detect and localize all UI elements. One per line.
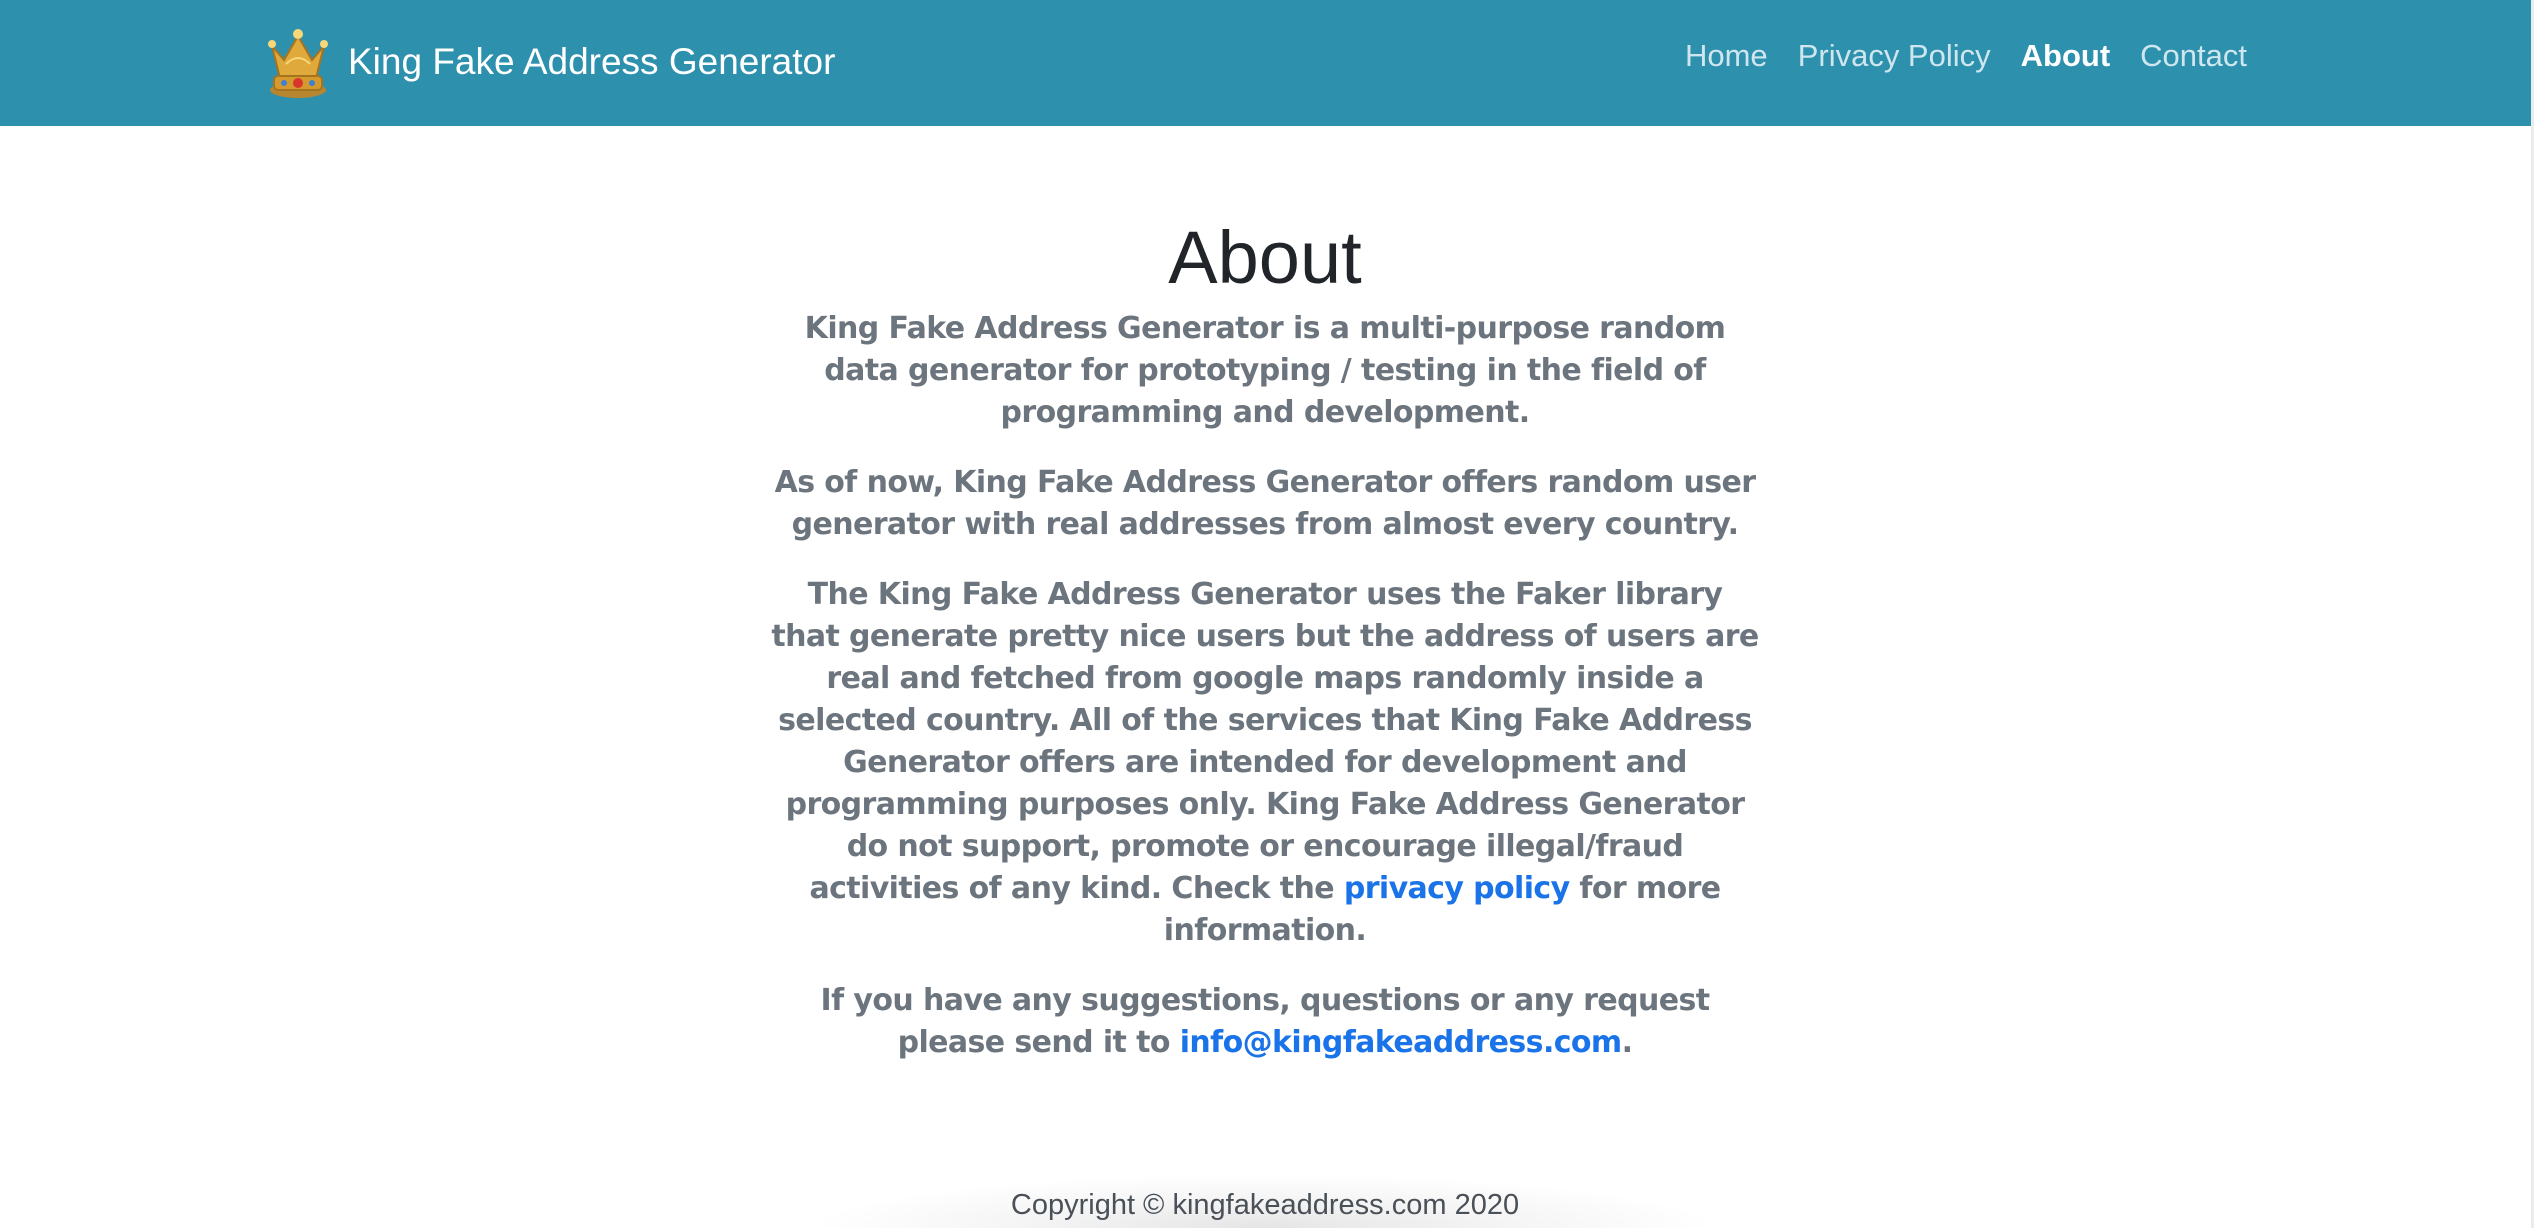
about-paragraph-contact: If you have any suggestions, questions o… xyxy=(770,980,1760,1064)
top-navbar: King Fake Address Generator Home Privacy… xyxy=(0,0,2531,126)
main-nav: Home Privacy Policy About Contact xyxy=(1685,38,2247,74)
intro-brand-name: King Fake Address Generator xyxy=(804,311,1284,346)
brand-link[interactable]: King Fake Address Generator xyxy=(266,22,835,102)
nav-link-privacy-policy[interactable]: Privacy Policy xyxy=(1798,38,1991,74)
contact-text-end: . xyxy=(1621,1025,1633,1060)
about-content: About King Fake Address Generator is a m… xyxy=(770,212,1760,1092)
page-footer: Copyright © kingfakeaddress.com 2020 xyxy=(820,1175,1710,1228)
details-text: The King Fake Address Generator uses the… xyxy=(771,577,1759,906)
about-paragraph-intro: King Fake Address Generator is a multi-p… xyxy=(770,308,1760,434)
page-title: About xyxy=(1168,216,1362,299)
privacy-policy-link[interactable]: privacy policy xyxy=(1344,871,1570,906)
copyright-text: Copyright © kingfakeaddress.com 2020 xyxy=(1010,1189,1520,1221)
about-paragraph-offer: As of now, King Fake Address Generator o… xyxy=(774,465,1756,542)
about-paragraph-details: The King Fake Address Generator uses the… xyxy=(770,574,1760,952)
crown-icon xyxy=(268,29,328,98)
nav-link-contact[interactable]: Contact xyxy=(2140,38,2247,74)
contact-email-link[interactable]: info@kingfakeaddress.com xyxy=(1180,1025,1622,1060)
nav-link-about[interactable]: About xyxy=(2021,38,2111,74)
nav-link-home[interactable]: Home xyxy=(1685,38,1768,74)
brand-name: King Fake Address Generator xyxy=(348,41,836,82)
